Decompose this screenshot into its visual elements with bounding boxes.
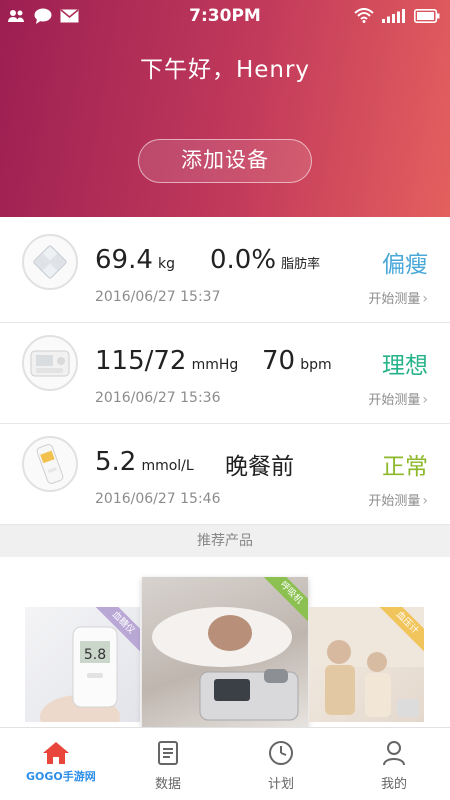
tab-mine[interactable]: 我的 <box>338 728 450 800</box>
blood-pressure-start-measure-link[interactable]: 开始测量 › <box>368 389 428 408</box>
start-measure-label: 开始测量 <box>368 292 421 307</box>
scale-timestamp: 2016/06/27 15:37 <box>95 289 221 305</box>
glucose-value: 5.2 <box>95 447 137 477</box>
blood-pressure-unit: mmHg <box>191 357 239 373</box>
body-fat-value: 0.0% <box>210 245 277 275</box>
meal-timing-reading: 晚餐前 <box>225 447 294 481</box>
signal-icon <box>382 8 405 23</box>
product-card-blood-pressure-monitor[interactable]: 血压计 <box>309 607 424 722</box>
blood-pressure-monitor-icon <box>22 335 78 391</box>
pulse-value: 70 <box>262 346 296 376</box>
recommended-section-title: 推荐产品 <box>0 525 450 557</box>
meter-display-value: 5.8 <box>84 647 106 663</box>
blood-pressure-value: 115/72 <box>95 346 187 376</box>
pulse-reading: 70 bpm <box>262 346 332 376</box>
clock-icon <box>269 741 293 765</box>
greeting-text: 下午好，Henry <box>139 57 311 83</box>
blood-pressure-status: 理想 <box>382 353 428 379</box>
profile-icon <box>383 741 405 766</box>
weight-value: 69.4 <box>95 245 153 275</box>
body-fat-reading: 0.0% 脂肪率 <box>210 245 320 275</box>
start-measure-label: 开始测量 <box>368 393 421 408</box>
header: 7:30PM 下午好，Henry 添加设备 <box>0 0 450 217</box>
glucose-unit: mmol/L <box>141 458 194 474</box>
meal-timing-value: 晚餐前 <box>225 454 294 480</box>
scale-status: 偏瘦 <box>382 252 428 278</box>
blood-pressure-timestamp: 2016/06/27 15:36 <box>95 390 221 406</box>
home-icon <box>43 742 69 764</box>
device-row-glucose[interactable]: 5.2 mmol/L 晚餐前 2016/06/27 15:46 正常 开始测量 › <box>0 425 450 525</box>
blood-pressure-reading: 115/72 mmHg <box>95 346 238 376</box>
chevron-right-icon: › <box>422 392 428 408</box>
glucose-start-measure-link[interactable]: 开始测量 › <box>368 490 428 509</box>
data-icon <box>158 741 178 765</box>
product-card-glucose-meter[interactable]: 5.8 血糖仪 <box>25 607 140 722</box>
chevron-right-icon: › <box>422 493 428 509</box>
chevron-right-icon: › <box>422 291 428 307</box>
device-row-blood-pressure[interactable]: 115/72 mmHg 70 bpm 2016/06/27 15:36 理想 开… <box>0 324 450 424</box>
weight-reading: 69.4 kg <box>95 245 175 275</box>
bottom-tab-bar: 数据 计划 我的 <box>0 727 450 800</box>
pulse-unit: bpm <box>300 357 332 373</box>
recommended-products-carousel[interactable]: 5.8 血糖仪 呼吸机 血压计 <box>0 557 450 727</box>
battery-icon <box>414 8 440 23</box>
status-right-icons <box>354 8 440 23</box>
tab-data-label: 数据 <box>154 777 181 792</box>
scale-icon <box>22 234 78 290</box>
status-bar: 7:30PM <box>0 0 450 32</box>
start-measure-label: 开始测量 <box>368 494 421 509</box>
device-row-scale[interactable]: 69.4 kg 0.0% 脂肪率 2016/06/27 15:37 偏瘦 开始测… <box>0 223 450 323</box>
tab-plan-label: 计划 <box>267 777 294 792</box>
tab-mine-label: 我的 <box>380 777 407 792</box>
glucose-timestamp: 2016/06/27 15:46 <box>95 491 221 507</box>
product-ventilator-image <box>152 607 299 721</box>
scale-start-measure-link[interactable]: 开始测量 › <box>368 288 428 307</box>
tab-data[interactable]: 数据 <box>112 728 224 800</box>
add-device-button[interactable]: 添加设备 <box>138 139 312 183</box>
body-fat-label: 脂肪率 <box>281 257 321 272</box>
product-card-ventilator[interactable]: 呼吸机 <box>142 577 308 727</box>
site-watermark: GOGO手游网 <box>26 770 96 783</box>
tab-plan[interactable]: 计划 <box>225 728 337 800</box>
app-screen: 7:30PM 下午好，Henry 添加设备 69.4 kg 0.0% 脂肪率 2… <box>0 0 450 800</box>
glucose-status: 正常 <box>382 454 428 480</box>
glucose-meter-icon <box>22 436 78 492</box>
tab-home[interactable] <box>0 728 112 800</box>
weight-unit: kg <box>157 256 175 272</box>
glucose-reading: 5.2 mmol/L <box>95 447 194 477</box>
wifi-icon <box>354 8 374 23</box>
